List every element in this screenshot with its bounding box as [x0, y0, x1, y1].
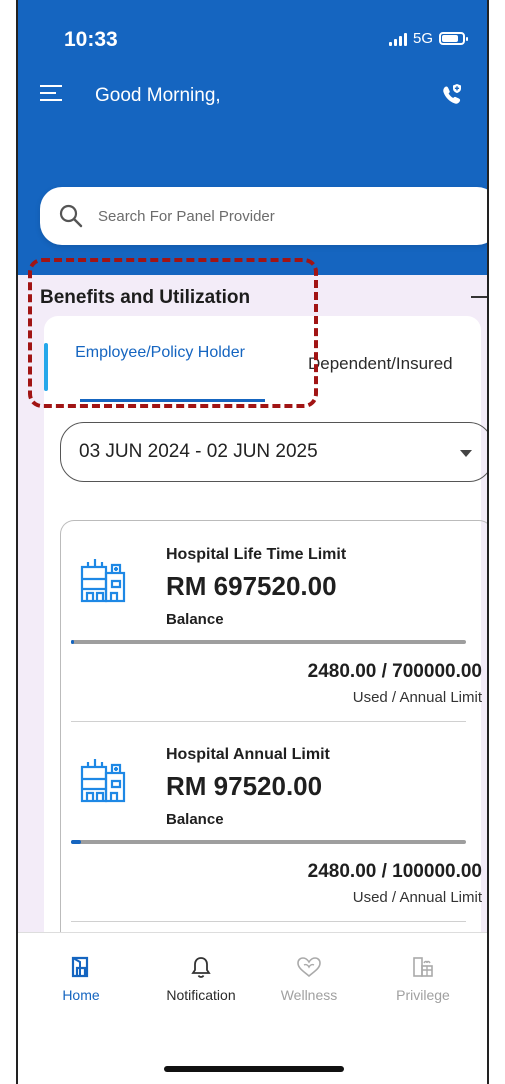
- benefit-balance: RM 697520.00: [166, 571, 337, 601]
- benefit-list: Hospital Life Time Limit RM 697520.00 Ba…: [60, 520, 487, 950]
- gift-icon: [413, 957, 433, 977]
- usage-amount: 2480.00 / 100000.00: [307, 861, 482, 882]
- nav-privilege[interactable]: Privilege: [368, 955, 478, 1003]
- collapse-icon[interactable]: [471, 296, 487, 298]
- search-bar[interactable]: [40, 187, 487, 245]
- usage-progress-fill: [71, 640, 75, 644]
- signal-icon: [388, 32, 407, 46]
- nav-notification-label: Notification: [166, 987, 236, 1003]
- benefit-balance: RM 97520.00: [166, 771, 323, 801]
- hospital-icon: [80, 559, 126, 603]
- usage-progress-bar: [71, 840, 466, 844]
- tab-dependent-insured[interactable]: Dependent/Insured: [308, 354, 453, 374]
- period-select[interactable]: 03 JUN 2024 - 02 JUN 2025: [60, 422, 487, 482]
- bottom-navigation: Home Notification Wellness Privilege: [18, 932, 487, 1084]
- usage-label: Used / Annual Limit: [352, 889, 482, 906]
- nav-home-label: Home: [62, 987, 100, 1003]
- benefit-item[interactable]: Hospital Annual Limit RM 97520.00 Balanc…: [61, 721, 487, 922]
- status-time: 10:33: [64, 28, 118, 51]
- home-indicator: [164, 1066, 344, 1072]
- nav-notification[interactable]: Notification: [146, 955, 256, 1003]
- network-label: 5G: [412, 30, 433, 47]
- search-input[interactable]: [98, 207, 438, 225]
- balance-label: Balance: [166, 811, 224, 828]
- usage-progress-fill: [71, 840, 81, 844]
- wellness-icon: [297, 957, 321, 978]
- search-icon: [59, 204, 83, 228]
- usage-amount: 2480.00 / 700000.00: [307, 661, 482, 682]
- nav-home[interactable]: Home: [26, 955, 136, 1003]
- usage-progress-bar: [71, 640, 466, 644]
- benefit-item[interactable]: Hospital Life Time Limit RM 697520.00 Ba…: [61, 521, 487, 722]
- hospital-icon: [80, 759, 126, 803]
- emergency-call-icon[interactable]: [439, 82, 465, 108]
- benefit-name: Hospital Life Time Limit: [166, 546, 347, 563]
- balance-label: Balance: [166, 611, 224, 628]
- bell-icon: [191, 957, 211, 978]
- highlight-annotation: [28, 258, 318, 408]
- benefit-name: Hospital Annual Limit: [166, 746, 330, 763]
- nav-wellness-label: Wellness: [280, 987, 338, 1003]
- usage-label: Used / Annual Limit: [352, 689, 482, 706]
- nav-privilege-label: Privilege: [396, 987, 450, 1003]
- battery-icon: [439, 32, 468, 45]
- header: 10:33 5G Good Morning,: [18, 0, 487, 275]
- divider: [71, 921, 466, 922]
- status-bar: 10:33 5G: [64, 28, 468, 52]
- dropdown-arrow-icon: [460, 450, 472, 457]
- nav-wellness[interactable]: Wellness: [254, 955, 364, 1003]
- home-icon: [71, 956, 89, 978]
- status-indicators: 5G: [388, 30, 468, 47]
- period-value: 03 JUN 2024 - 02 JUN 2025: [79, 441, 318, 462]
- menu-icon[interactable]: [40, 85, 62, 103]
- greeting-text: Good Morning,: [95, 85, 221, 106]
- app-frame: 10:33 5G Good Morning, Benefits and: [16, 0, 489, 1084]
